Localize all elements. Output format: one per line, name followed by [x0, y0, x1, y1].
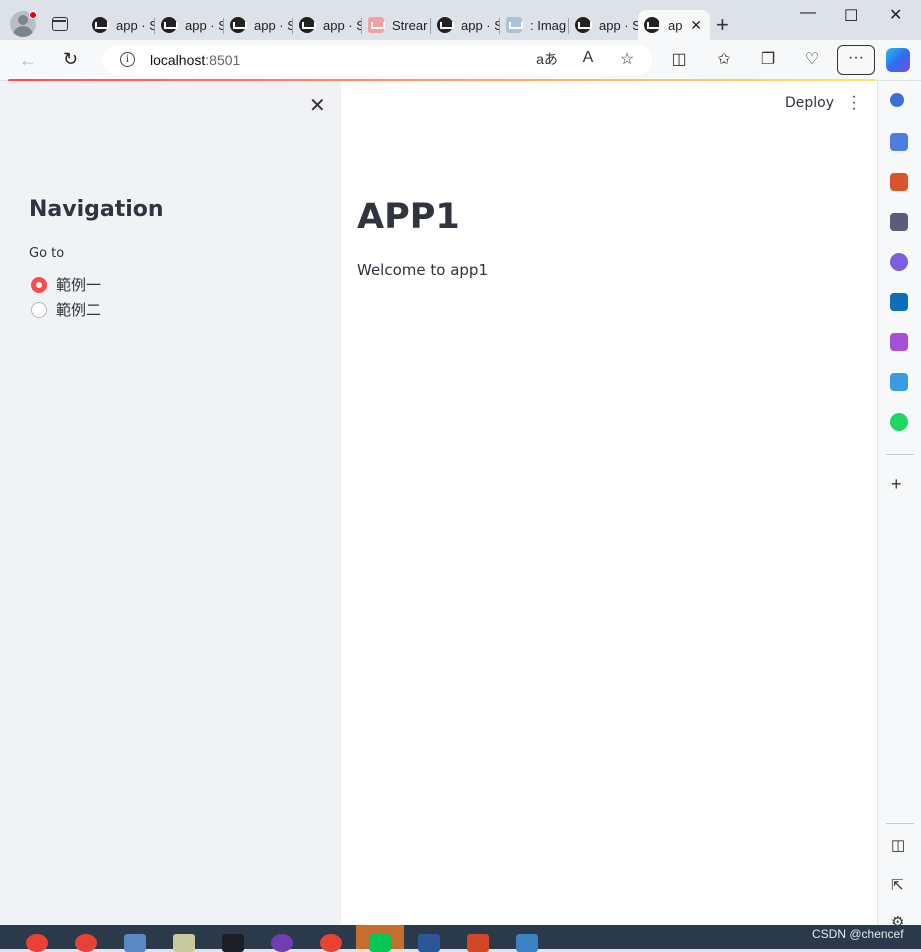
read-aloud-icon[interactable]: A	[577, 49, 599, 67]
tab-label: app · S	[185, 17, 224, 33]
browser-tab[interactable]: app · S	[431, 10, 500, 40]
tab-label: app · S	[599, 17, 638, 33]
line-icon[interactable]	[369, 934, 391, 952]
browser-tab[interactable]: app · S	[224, 10, 293, 40]
close-window-icon[interactable]: ✕	[889, 5, 902, 25]
tab-actions-icon[interactable]	[52, 17, 68, 31]
maximize-icon[interactable]: ☐	[844, 6, 858, 26]
browser-essentials-icon[interactable]: ♡	[801, 49, 823, 69]
browser-tab-active[interactable]: ap ✕	[638, 10, 710, 40]
edge-sidebar: + ◫ ⇱ ⚙	[877, 81, 921, 931]
microsoft365-icon[interactable]	[890, 253, 908, 271]
powerpoint-icon[interactable]	[467, 934, 489, 952]
terminal-icon[interactable]	[222, 934, 244, 952]
translate-icon[interactable]: aあ	[536, 49, 558, 69]
taskbar	[0, 925, 921, 952]
search-icon[interactable]	[890, 93, 904, 107]
browser-tab[interactable]: Strear	[362, 10, 431, 40]
chrome-icon[interactable]	[26, 934, 48, 952]
address-url[interactable]: localhost:8501	[150, 52, 240, 68]
tab-strip: app · S app · S app · S app · S Strear a…	[0, 0, 921, 40]
split-screen-icon[interactable]: ◫	[668, 49, 690, 69]
streamlit-crown-icon	[92, 17, 109, 33]
shopping-tag-icon[interactable]	[890, 133, 908, 151]
open-external-icon[interactable]: ⇱	[891, 876, 904, 894]
radio-option-example2[interactable]: 範例二	[31, 299, 101, 320]
chrome-icon[interactable]	[320, 934, 342, 952]
tab-label: app · S	[116, 17, 155, 33]
streamlit-logo-icon	[368, 17, 385, 33]
radio-option-example1[interactable]: 範例一	[31, 274, 101, 295]
radio-unselected-icon[interactable]	[31, 301, 47, 318]
radio-option-label: 範例一	[56, 276, 102, 294]
settings-more-button[interactable]: ···	[837, 45, 875, 75]
radio-option-label: 範例二	[56, 301, 102, 319]
profile-notification-dot	[29, 11, 37, 19]
streamlit-crown-icon	[230, 17, 247, 33]
watermark: CSDN @chencef	[812, 927, 904, 941]
outlook-icon[interactable]	[890, 293, 908, 311]
new-tab-icon[interactable]: +	[716, 12, 729, 38]
games-icon[interactable]	[890, 213, 908, 231]
minimize-icon[interactable]: —	[800, 4, 816, 22]
browser-tab[interactable]: app · S	[569, 10, 638, 40]
browser-tab[interactable]: app · S	[293, 10, 362, 40]
photos-icon[interactable]	[516, 934, 538, 952]
favorites-icon[interactable]: ✩	[713, 49, 735, 69]
tab-label: app · S	[254, 17, 293, 33]
spotify-icon[interactable]	[890, 413, 908, 431]
word-icon[interactable]	[418, 934, 440, 952]
radio-selected-icon[interactable]	[31, 276, 47, 293]
back-icon[interactable]: ←	[19, 50, 37, 71]
radio-group-label: Go to	[29, 246, 65, 261]
site-info-icon[interactable]: i	[120, 52, 135, 67]
streamlit-crown-icon	[575, 17, 592, 33]
collections-icon[interactable]: ❐	[757, 49, 779, 69]
hide-sidebar-icon[interactable]: ◫	[891, 836, 905, 854]
streamlit-crown-icon	[644, 17, 661, 33]
streamlit-crown-icon	[299, 17, 316, 33]
tab-label: : Imag	[530, 17, 567, 33]
github-icon[interactable]	[271, 934, 293, 952]
deploy-button[interactable]: Deploy	[785, 95, 834, 111]
close-sidebar-icon[interactable]: ✕	[309, 93, 326, 118]
sidebar-title: Navigation	[29, 197, 164, 222]
welcome-text: Welcome to app1	[357, 261, 488, 279]
streamlit-page: ✕ Navigation Go to 範例一 範例二 Deploy · · · AP…	[0, 81, 877, 925]
notepad-icon[interactable]	[173, 934, 195, 952]
page-title: APP1	[357, 197, 460, 237]
tab-label: Strear	[392, 17, 428, 33]
add-icon[interactable]: +	[891, 474, 902, 495]
favorite-star-icon[interactable]: ☆	[616, 49, 638, 69]
sidebar: ✕ Navigation Go to 範例一 範例二	[0, 81, 341, 925]
tab-label: app · S	[461, 17, 500, 33]
tab-label: app · S	[323, 17, 362, 33]
designer-icon[interactable]	[890, 333, 908, 351]
send-icon[interactable]	[890, 373, 908, 391]
browser-tab[interactable]: app · S	[155, 10, 224, 40]
browser-window: app · S app · S app · S app · S Strear a…	[0, 0, 921, 952]
close-tab-icon[interactable]: ✕	[690, 17, 702, 34]
tools-icon[interactable]	[890, 173, 908, 191]
browser-tab[interactable]: app · S	[86, 10, 155, 40]
image-icon	[506, 17, 523, 33]
main-menu-icon[interactable]: · · ·	[850, 89, 858, 117]
copilot-icon[interactable]	[886, 48, 910, 72]
refresh-icon[interactable]: ↻	[63, 49, 78, 70]
streamlit-crown-icon	[161, 17, 178, 33]
browser-tab[interactable]: : Imag	[500, 10, 569, 40]
tab-label: ap	[668, 17, 683, 33]
chrome-icon[interactable]	[75, 934, 97, 952]
calculator-icon[interactable]	[124, 934, 146, 952]
streamlit-crown-icon	[437, 17, 454, 33]
